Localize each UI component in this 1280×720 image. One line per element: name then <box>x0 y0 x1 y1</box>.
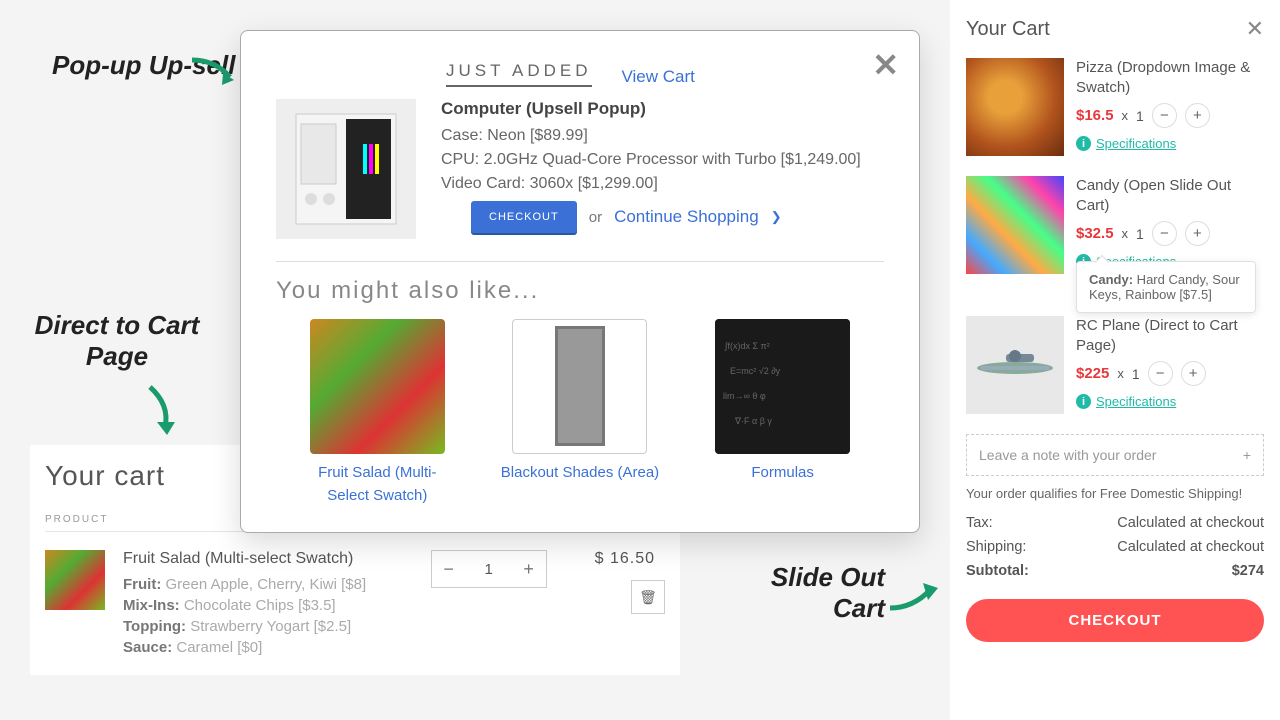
just-added-label: JUST ADDED <box>446 61 592 87</box>
continue-shopping-link[interactable]: Continue Shopping <box>614 207 759 227</box>
divider <box>276 261 884 262</box>
remove-item-button[interactable]: 🗑 <box>631 580 665 614</box>
cart-totals: Tax: Calculated at checkout Shipping: Calc… <box>966 515 1264 579</box>
cart-row: Fruit Salad (Multi-select Swatch) Fruit:… <box>45 550 665 660</box>
qty-x: x <box>1117 366 1124 381</box>
cart-item-name: Candy (Open Slide Out Cart) <box>1076 176 1264 215</box>
qty-value: 1 <box>1132 366 1140 382</box>
cart-item-option: Topping: Strawberry Yogart [$2.5] <box>123 618 413 635</box>
tax-value: Calculated at checkout <box>1117 515 1264 531</box>
free-shipping-message: Your order qualifies for Free Domestic S… <box>966 486 1264 501</box>
qty-x: x <box>1122 226 1129 241</box>
product-image <box>45 550 105 610</box>
product-image <box>966 316 1064 414</box>
trash-icon: 🗑 <box>639 589 657 606</box>
qty-minus-button[interactable]: − <box>1148 361 1173 386</box>
upsell-heading: You might also like... <box>276 277 884 305</box>
slide-out-cart: Your Cart ✕ Pizza (Dropdown Image & Swat… <box>950 0 1280 720</box>
product-image <box>966 176 1064 274</box>
upsell-popup: ✕ JUST ADDED View Cart Computer (Upsell … <box>240 30 920 533</box>
product-option-line: Case: Neon [$89.99] <box>441 127 884 145</box>
product-option-line: Video Card: 3060x [$1,299.00] <box>441 175 884 193</box>
specifications-link[interactable]: iSpecifications <box>1076 136 1264 151</box>
close-icon: ✕ <box>1246 16 1264 41</box>
plus-icon: + <box>1243 447 1251 463</box>
qty-minus-button[interactable]: − <box>1152 103 1177 128</box>
arrow-icon <box>888 580 943 615</box>
slide-cart-title: Your Cart <box>966 18 1050 41</box>
qty-value: 1 <box>1136 226 1144 242</box>
upsell-name: Blackout Shades (Area) <box>500 462 660 485</box>
qty-plus-button[interactable]: + <box>1181 361 1206 386</box>
order-note-input[interactable]: Leave a note with your order + <box>966 434 1264 476</box>
shipping-value: Calculated at checkout <box>1117 539 1264 555</box>
svg-text:E=mc² √2 ∂y: E=mc² √2 ∂y <box>730 366 781 376</box>
product-image <box>276 99 416 239</box>
qty-value: 1 <box>1136 108 1144 124</box>
product-image <box>966 58 1064 156</box>
qty-x: x <box>1122 108 1129 123</box>
cart-item-title: Fruit Salad (Multi-select Swatch) <box>123 550 413 568</box>
close-button[interactable]: ✕ <box>1246 16 1264 42</box>
info-icon: i <box>1076 136 1091 151</box>
cart-item-option: Fruit: Green Apple, Cherry, Kiwi [$8] <box>123 576 413 593</box>
upsell-item[interactable]: Blackout Shades (Area) <box>500 319 660 507</box>
cart-item: Candy (Open Slide Out Cart) $32.5 x 1 − … <box>966 176 1264 274</box>
cart-item: Pizza (Dropdown Image & Swatch) $16.5 x … <box>966 58 1264 156</box>
or-text: or <box>589 209 602 226</box>
cart-item-price: $32.5 <box>1076 225 1114 242</box>
popup-product-title: Computer (Upsell Popup) <box>441 99 884 119</box>
arrow-icon <box>140 385 180 440</box>
qty-plus-button[interactable]: + <box>512 559 546 580</box>
cart-item-name: RC Plane (Direct to Cart Page) <box>1076 316 1264 355</box>
svg-text:lim→∞ θ φ: lim→∞ θ φ <box>723 391 766 401</box>
checkout-button[interactable]: CHECKOUT <box>471 201 577 233</box>
cart-item-option: Sauce: Caramel [$0] <box>123 639 413 656</box>
upsell-item[interactable]: Fruit Salad (Multi-Select Swatch) <box>297 319 457 507</box>
upsell-item[interactable]: ∫f(x)dx Σ π² E=mc² √2 ∂y lim→∞ θ φ ∇·F α β … <box>703 319 863 507</box>
checkout-button[interactable]: CHECKOUT <box>966 599 1264 642</box>
annotation-cart-page: Direct to Cart Page <box>32 310 202 372</box>
upsell-image <box>310 319 445 454</box>
cart-item-name: Pizza (Dropdown Image & Swatch) <box>1076 58 1264 97</box>
annotation-slide: Slide Out Cart <box>735 562 885 624</box>
note-placeholder: Leave a note with your order <box>979 447 1156 463</box>
qty-minus-button[interactable]: − <box>432 559 466 580</box>
cart-item-price: $ 16.50 <box>595 550 655 568</box>
cart-item-price: $16.5 <box>1076 107 1114 124</box>
qty-minus-button[interactable]: − <box>1152 221 1177 246</box>
view-cart-link[interactable]: View Cart <box>622 67 695 87</box>
qty-plus-button[interactable]: + <box>1185 221 1210 246</box>
arrow-icon <box>190 55 240 90</box>
upsell-name: Fruit Salad (Multi-Select Swatch) <box>297 462 457 507</box>
close-icon: ✕ <box>872 47 899 83</box>
svg-text:∇·F α β γ: ∇·F α β γ <box>734 416 772 426</box>
product-option-line: CPU: 2.0GHz Quad-Core Processor with Tur… <box>441 151 884 169</box>
cart-item: RC Plane (Direct to Cart Page) $225 x 1 … <box>966 316 1264 414</box>
info-icon: i <box>1076 394 1091 409</box>
upsell-image <box>512 319 647 454</box>
cart-item-price: $225 <box>1076 365 1109 382</box>
subtotal-label: Subtotal: <box>966 563 1029 579</box>
upsell-name: Formulas <box>703 462 863 485</box>
spec-tooltip: Candy: Hard Candy, Sour Keys, Rainbow [$… <box>1076 261 1256 313</box>
specifications-link[interactable]: iSpecifications <box>1076 394 1264 409</box>
svg-text:∫f(x)dx Σ π²: ∫f(x)dx Σ π² <box>724 341 770 351</box>
tax-label: Tax: <box>966 515 993 531</box>
shipping-label: Shipping: <box>966 539 1026 555</box>
upsell-image: ∫f(x)dx Σ π² E=mc² √2 ∂y lim→∞ θ φ ∇·F α β … <box>715 319 850 454</box>
close-button[interactable]: ✕ <box>872 46 899 84</box>
qty-value: 1 <box>466 561 512 578</box>
cart-item-option: Mix-Ins: Chocolate Chips [$3.5] <box>123 597 413 614</box>
chevron-right-icon: ❯ <box>771 209 782 225</box>
subtotal-value: $274 <box>1232 563 1264 579</box>
quantity-stepper[interactable]: − 1 + <box>431 550 547 588</box>
qty-plus-button[interactable]: + <box>1185 103 1210 128</box>
